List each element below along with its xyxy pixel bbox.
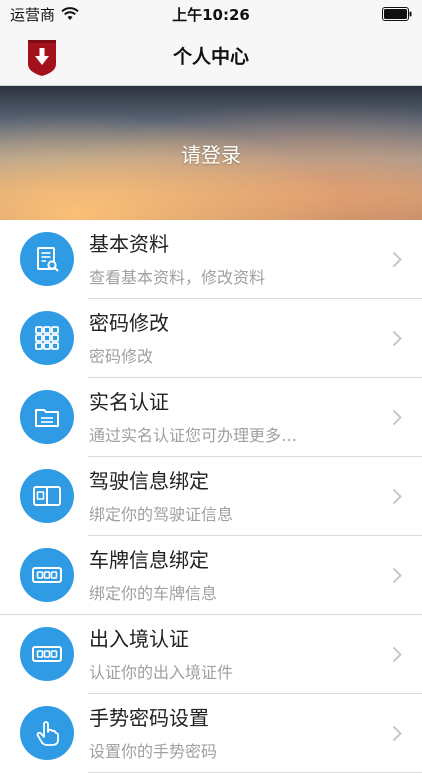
menu-item-title: 手势密码设置 — [89, 706, 209, 730]
menu-item-title: 出入境认证 — [89, 627, 189, 651]
menu-item-title: 密码修改 — [89, 311, 169, 335]
menu-item-entry-exit[interactable]: 出入境认证 认证你的出入境证件 — [0, 615, 422, 694]
chevron-right-icon — [392, 409, 402, 426]
chevron-right-icon — [392, 330, 402, 347]
chevron-right-icon — [392, 251, 402, 268]
menu-item-title: 驾驶信息绑定 — [89, 469, 209, 493]
license-card-icon — [20, 469, 74, 523]
menu-item-password[interactable]: 密码修改 密码修改 — [0, 299, 422, 378]
menu-item-plate[interactable]: 车牌信息绑定 绑定你的车牌信息 — [0, 536, 422, 615]
grid-keypad-icon — [20, 311, 74, 365]
menu-item-subtitle: 认证你的出入境证件 — [89, 663, 234, 682]
menu-item-basic-info[interactable]: 基本资料 查看基本资料，修改资料 — [0, 220, 422, 299]
menu-item-title: 车牌信息绑定 — [89, 548, 209, 572]
page-title: 个人中心 — [172, 46, 249, 68]
chevron-right-icon — [392, 725, 402, 742]
menu-item-driver-license[interactable]: 驾驶信息绑定 绑定你的驾驶证信息 — [0, 457, 422, 536]
license-plate-icon — [20, 627, 74, 681]
menu-item-subtitle: 通过实名认证您可办理更多… — [89, 426, 298, 445]
menu-item-gesture[interactable]: 手势密码设置 设置你的手势密码 — [0, 694, 422, 773]
wifi-icon — [61, 7, 79, 20]
login-banner[interactable]: 请登录 — [0, 86, 422, 220]
login-link[interactable]: 请登录 — [181, 139, 241, 168]
menu-item-subtitle: 绑定你的车牌信息 — [89, 584, 218, 603]
menu-item-subtitle: 绑定你的驾驶证信息 — [89, 505, 234, 524]
folder-icon — [20, 390, 74, 444]
license-plate-icon — [20, 548, 74, 602]
menu-item-title: 实名认证 — [89, 390, 169, 414]
document-search-icon — [20, 232, 74, 286]
menu-item-title: 基本资料 — [89, 232, 169, 256]
menu-item-subtitle: 查看基本资料，修改资料 — [89, 268, 266, 287]
status-bar: 运营商 上午10:26 — [0, 0, 422, 28]
status-left: 运营商 — [10, 4, 79, 25]
hand-gesture-icon — [20, 706, 74, 760]
menu-item-real-name[interactable]: 实名认证 通过实名认证您可办理更多… — [0, 378, 422, 457]
chevron-right-icon — [392, 488, 402, 505]
battery-icon — [382, 7, 412, 21]
carrier-label: 运营商 — [10, 5, 56, 24]
menu-list: 基本资料 查看基本资料，修改资料 密码修改 密码修改 实名认证 通过实名认证您可… — [0, 220, 422, 773]
menu-item-subtitle: 设置你的手势密码 — [89, 742, 218, 761]
menu-item-subtitle: 密码修改 — [89, 347, 154, 366]
chevron-right-icon — [392, 646, 402, 663]
nav-bar: 个人中心 — [0, 28, 422, 86]
chevron-right-icon — [392, 567, 402, 584]
